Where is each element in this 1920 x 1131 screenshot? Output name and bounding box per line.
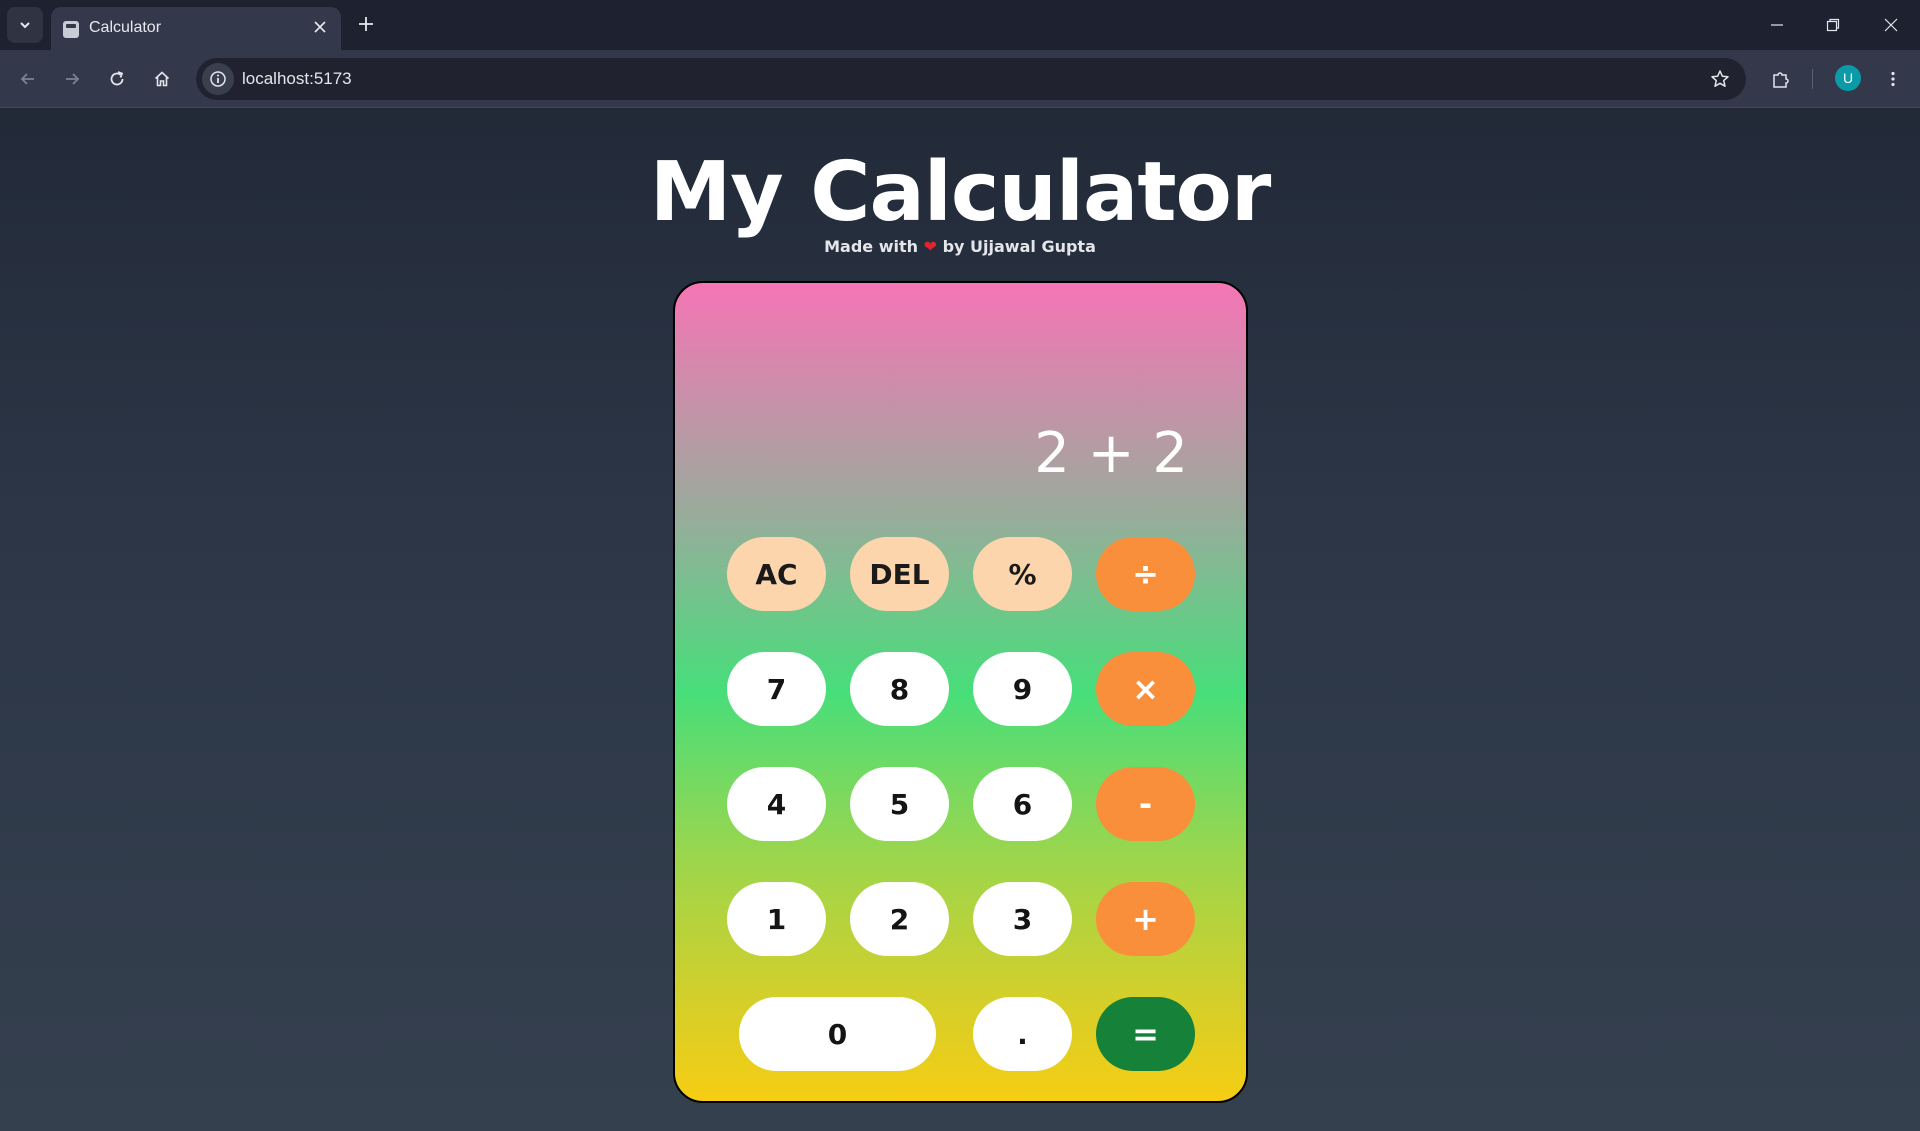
browser-menu-button[interactable] <box>1876 62 1910 96</box>
toolbar-divider <box>1812 69 1813 89</box>
ac-button[interactable]: AC <box>727 537 826 611</box>
address-bar[interactable]: localhost:5173 <box>196 58 1746 100</box>
digit-5-button[interactable]: 5 <box>850 767 949 841</box>
page-content: My Calculator Made with ❤ by Ujjawal Gup… <box>0 109 1920 1131</box>
home-icon <box>154 71 170 87</box>
arrow-left-icon <box>20 73 34 85</box>
minimize-button[interactable] <box>1754 5 1800 45</box>
decimal-button[interactable]: . <box>973 997 1072 1071</box>
star-icon <box>1711 70 1729 87</box>
minimize-icon <box>1771 24 1783 26</box>
puzzle-icon <box>1773 72 1789 88</box>
plus-icon <box>359 17 373 31</box>
window-close-button[interactable] <box>1868 5 1914 45</box>
digit-9-button[interactable]: 9 <box>973 652 1072 726</box>
heart-icon: ❤ <box>923 237 938 256</box>
back-button[interactable] <box>11 62 45 96</box>
digit-1-button[interactable]: 1 <box>727 882 826 956</box>
bookmark-button[interactable] <box>1708 67 1732 91</box>
delete-button[interactable]: DEL <box>850 537 949 611</box>
calculator-display: 2 + 2 <box>1034 421 1188 486</box>
reload-icon <box>110 71 124 86</box>
tab-calculator[interactable]: Calculator <box>51 7 341 50</box>
digit-2-button[interactable]: 2 <box>850 882 949 956</box>
equals-button[interactable]: = <box>1096 997 1195 1071</box>
minus-button[interactable]: - <box>1096 767 1195 841</box>
close-icon <box>1884 18 1898 32</box>
restore-button[interactable] <box>1810 5 1856 45</box>
restore-icon <box>1826 18 1840 32</box>
url-text: localhost:5173 <box>242 69 352 88</box>
calculator-favicon-icon <box>63 21 79 38</box>
multiply-button[interactable]: × <box>1096 652 1195 726</box>
page-subtitle: Made with ❤ by Ujjawal Gupta <box>0 237 1920 256</box>
chevron-down-icon <box>20 22 30 29</box>
tab-close-button[interactable] <box>309 16 331 38</box>
close-icon <box>314 21 326 33</box>
new-tab-button[interactable] <box>352 10 380 38</box>
digit-7-button[interactable]: 7 <box>727 652 826 726</box>
calculator: 2 + 2 AC DEL % ÷ 7 8 9 × 4 5 6 - 1 2 3 +… <box>673 281 1248 1103</box>
percent-button[interactable]: % <box>973 537 1072 611</box>
info-icon <box>210 71 226 87</box>
subtitle-author: by Ujjawal Gupta <box>942 237 1096 256</box>
plus-button[interactable]: + <box>1096 882 1195 956</box>
profile-avatar[interactable]: U <box>1835 65 1861 91</box>
forward-button[interactable] <box>55 62 89 96</box>
arrow-right-icon <box>66 73 80 85</box>
digit-6-button[interactable]: 6 <box>973 767 1072 841</box>
reload-button[interactable] <box>100 62 134 96</box>
subtitle-prefix: Made with <box>824 237 919 256</box>
divide-button[interactable]: ÷ <box>1096 537 1195 611</box>
extensions-button[interactable] <box>1764 62 1798 96</box>
more-vertical-icon <box>1891 71 1895 87</box>
home-button[interactable] <box>145 62 179 96</box>
browser-tab-bar: Calculator <box>0 0 1920 50</box>
digit-0-button[interactable]: 0 <box>739 997 936 1071</box>
site-info-button[interactable] <box>202 63 234 95</box>
browser-toolbar: localhost:5173 U <box>0 50 1920 108</box>
digit-8-button[interactable]: 8 <box>850 652 949 726</box>
page-title: My Calculator <box>649 145 1272 240</box>
tab-title: Calculator <box>89 19 162 36</box>
tab-search-button[interactable] <box>7 7 43 43</box>
digit-4-button[interactable]: 4 <box>727 767 826 841</box>
digit-3-button[interactable]: 3 <box>973 882 1072 956</box>
